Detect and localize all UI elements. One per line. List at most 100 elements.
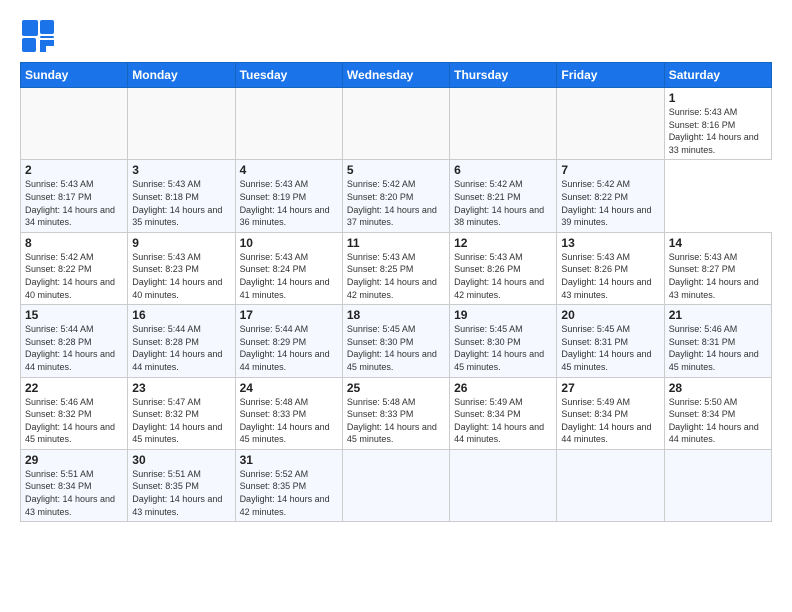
day-content: Sunrise: 5:44 AMSunset: 8:28 PMDaylight:… [25, 324, 115, 372]
col-header-thursday: Thursday [450, 63, 557, 88]
day-number: 15 [25, 308, 123, 322]
day-cell-8: 8Sunrise: 5:42 AMSunset: 8:22 PMDaylight… [21, 232, 128, 304]
day-number: 25 [347, 381, 445, 395]
empty-cell [557, 88, 664, 160]
day-number: 17 [240, 308, 338, 322]
day-cell-24: 24Sunrise: 5:48 AMSunset: 8:33 PMDayligh… [235, 377, 342, 449]
day-number: 5 [347, 163, 445, 177]
calendar-table: SundayMondayTuesdayWednesdayThursdayFrid… [20, 62, 772, 522]
empty-cell [664, 449, 771, 521]
day-content: Sunrise: 5:43 AMSunset: 8:16 PMDaylight:… [669, 107, 759, 155]
day-number: 16 [132, 308, 230, 322]
day-content: Sunrise: 5:43 AMSunset: 8:19 PMDaylight:… [240, 179, 330, 227]
day-number: 12 [454, 236, 552, 250]
day-cell-25: 25 Sunrise: 5:48 AMSunset: 8:33 PMDayligh… [342, 377, 449, 449]
week-row-6: 29 Sunrise: 5:51 AMSunset: 8:34 PMDayligh… [21, 449, 772, 521]
day-number: 30 [132, 453, 230, 467]
day-cell-2: 2Sunrise: 5:43 AMSunset: 8:17 PMDaylight… [21, 160, 128, 232]
day-cell-7: 7 Sunrise: 5:42 AMSunset: 8:22 PMDaylight… [557, 160, 664, 232]
day-content: Sunrise: 5:51 AMSunset: 8:35 PMDaylight:… [132, 469, 222, 517]
day-content: Sunrise: 5:45 AMSunset: 8:30 PMDaylight:… [454, 324, 544, 372]
week-row-5: 22 Sunrise: 5:46 AMSunset: 8:32 PMDayligh… [21, 377, 772, 449]
day-content: Sunrise: 5:43 AMSunset: 8:23 PMDaylight:… [132, 252, 222, 300]
empty-cell [450, 88, 557, 160]
day-content: Sunrise: 5:42 AMSunset: 8:21 PMDaylight:… [454, 179, 544, 227]
day-cell-12: 12 Sunrise: 5:43 AMSunset: 8:26 PMDayligh… [450, 232, 557, 304]
day-cell-23: 23Sunrise: 5:47 AMSunset: 8:32 PMDayligh… [128, 377, 235, 449]
day-cell-26: 26 Sunrise: 5:49 AMSunset: 8:34 PMDayligh… [450, 377, 557, 449]
day-content: Sunrise: 5:43 AMSunset: 8:18 PMDaylight:… [132, 179, 222, 227]
day-content: Sunrise: 5:42 AMSunset: 8:20 PMDaylight:… [347, 179, 437, 227]
day-number: 24 [240, 381, 338, 395]
empty-cell [450, 449, 557, 521]
day-cell-29: 29 Sunrise: 5:51 AMSunset: 8:34 PMDayligh… [21, 449, 128, 521]
empty-cell [21, 88, 128, 160]
day-cell-13: 13 Sunrise: 5:43 AMSunset: 8:26 PMDayligh… [557, 232, 664, 304]
day-cell-20: 20Sunrise: 5:45 AMSunset: 8:31 PMDayligh… [557, 305, 664, 377]
day-content: Sunrise: 5:43 AMSunset: 8:26 PMDaylight:… [454, 252, 544, 300]
day-cell-9: 9 Sunrise: 5:43 AMSunset: 8:23 PMDaylight… [128, 232, 235, 304]
day-number: 14 [669, 236, 767, 250]
day-cell-3: 3 Sunrise: 5:43 AMSunset: 8:18 PMDaylight… [128, 160, 235, 232]
day-content: Sunrise: 5:46 AMSunset: 8:32 PMDaylight:… [25, 397, 115, 445]
day-cell-6: 6 Sunrise: 5:42 AMSunset: 8:21 PMDaylight… [450, 160, 557, 232]
col-header-saturday: Saturday [664, 63, 771, 88]
week-row-2: 2Sunrise: 5:43 AMSunset: 8:17 PMDaylight… [21, 160, 772, 232]
day-number: 27 [561, 381, 659, 395]
day-content: Sunrise: 5:45 AMSunset: 8:30 PMDaylight:… [347, 324, 437, 372]
day-cell-16: 16 Sunrise: 5:44 AMSunset: 8:28 PMDayligh… [128, 305, 235, 377]
col-header-sunday: Sunday [21, 63, 128, 88]
day-cell-17: 17 Sunrise: 5:44 AMSunset: 8:29 PMDayligh… [235, 305, 342, 377]
empty-cell [557, 449, 664, 521]
logo [20, 18, 60, 54]
day-content: Sunrise: 5:51 AMSunset: 8:34 PMDaylight:… [25, 469, 115, 517]
day-number: 21 [669, 308, 767, 322]
day-number: 29 [25, 453, 123, 467]
day-content: Sunrise: 5:44 AMSunset: 8:29 PMDaylight:… [240, 324, 330, 372]
day-number: 11 [347, 236, 445, 250]
day-cell-27: 27Sunrise: 5:49 AMSunset: 8:34 PMDayligh… [557, 377, 664, 449]
day-content: Sunrise: 5:43 AMSunset: 8:27 PMDaylight:… [669, 252, 759, 300]
day-number: 22 [25, 381, 123, 395]
day-content: Sunrise: 5:43 AMSunset: 8:25 PMDaylight:… [347, 252, 437, 300]
page: SundayMondayTuesdayWednesdayThursdayFrid… [0, 0, 792, 612]
day-cell-10: 10Sunrise: 5:43 AMSunset: 8:24 PMDayligh… [235, 232, 342, 304]
day-content: Sunrise: 5:42 AMSunset: 8:22 PMDaylight:… [561, 179, 651, 227]
empty-cell [235, 88, 342, 160]
day-number: 28 [669, 381, 767, 395]
day-cell-15: 15 Sunrise: 5:44 AMSunset: 8:28 PMDayligh… [21, 305, 128, 377]
day-content: Sunrise: 5:43 AMSunset: 8:26 PMDaylight:… [561, 252, 651, 300]
day-number: 13 [561, 236, 659, 250]
day-cell-22: 22 Sunrise: 5:46 AMSunset: 8:32 PMDayligh… [21, 377, 128, 449]
day-number: 26 [454, 381, 552, 395]
empty-cell [342, 88, 449, 160]
day-cell-19: 19Sunrise: 5:45 AMSunset: 8:30 PMDayligh… [450, 305, 557, 377]
day-number: 6 [454, 163, 552, 177]
day-number: 1 [669, 91, 767, 105]
day-content: Sunrise: 5:48 AMSunset: 8:33 PMDaylight:… [347, 397, 437, 445]
day-content: Sunrise: 5:50 AMSunset: 8:34 PMDaylight:… [669, 397, 759, 445]
day-content: Sunrise: 5:43 AMSunset: 8:24 PMDaylight:… [240, 252, 330, 300]
day-number: 20 [561, 308, 659, 322]
day-number: 9 [132, 236, 230, 250]
day-content: Sunrise: 5:43 AMSunset: 8:17 PMDaylight:… [25, 179, 115, 227]
day-content: Sunrise: 5:52 AMSunset: 8:35 PMDaylight:… [240, 469, 330, 517]
day-number: 4 [240, 163, 338, 177]
day-cell-21: 21 Sunrise: 5:46 AMSunset: 8:31 PMDayligh… [664, 305, 771, 377]
day-cell-18: 18Sunrise: 5:45 AMSunset: 8:30 PMDayligh… [342, 305, 449, 377]
week-row-1: 1 Sunrise: 5:43 AMSunset: 8:16 PMDaylight… [21, 88, 772, 160]
week-row-4: 15 Sunrise: 5:44 AMSunset: 8:28 PMDayligh… [21, 305, 772, 377]
day-number: 31 [240, 453, 338, 467]
day-cell-11: 11 Sunrise: 5:43 AMSunset: 8:25 PMDayligh… [342, 232, 449, 304]
day-number: 3 [132, 163, 230, 177]
day-cell-1: 1 Sunrise: 5:43 AMSunset: 8:16 PMDaylight… [664, 88, 771, 160]
day-content: Sunrise: 5:49 AMSunset: 8:34 PMDaylight:… [454, 397, 544, 445]
day-content: Sunrise: 5:44 AMSunset: 8:28 PMDaylight:… [132, 324, 222, 372]
day-cell-5: 5 Sunrise: 5:42 AMSunset: 8:20 PMDaylight… [342, 160, 449, 232]
day-cell-31: 31 Sunrise: 5:52 AMSunset: 8:35 PMDayligh… [235, 449, 342, 521]
day-number: 7 [561, 163, 659, 177]
day-content: Sunrise: 5:46 AMSunset: 8:31 PMDaylight:… [669, 324, 759, 372]
logo-icon [20, 18, 56, 54]
col-header-monday: Monday [128, 63, 235, 88]
col-header-wednesday: Wednesday [342, 63, 449, 88]
